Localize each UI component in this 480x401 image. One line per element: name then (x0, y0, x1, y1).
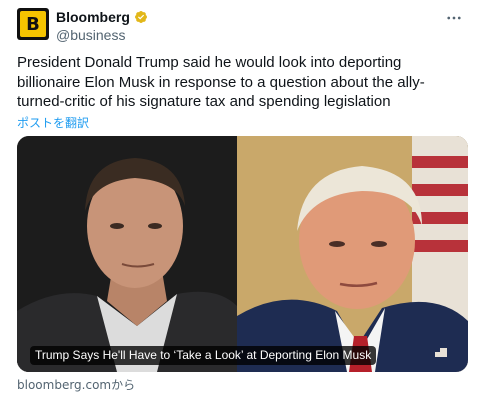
author-display-name[interactable]: Bloomberg (56, 9, 130, 25)
author-name-row: Bloomberg (56, 9, 148, 25)
tweet: B Bloomberg @business President Donald T… (0, 0, 480, 401)
link-card[interactable]: Trump Says He'll Have to ‘Take a Look’ a… (17, 136, 468, 372)
avatar-logo: B (20, 11, 46, 37)
more-horizontal-icon (447, 16, 461, 20)
author-handle[interactable]: @business (56, 27, 125, 43)
more-options-button[interactable] (442, 6, 466, 30)
verified-badge-icon (134, 11, 147, 23)
translate-post-link[interactable]: ポストを翻訳 (17, 114, 89, 131)
tweet-text: President Donald Trump said he would loo… (17, 54, 425, 110)
card-image (17, 136, 468, 372)
card-caption: Trump Says He'll Have to ‘Take a Look’ a… (30, 346, 377, 365)
right-eye (148, 223, 162, 229)
avatar[interactable]: B (17, 8, 49, 40)
card-source-domain[interactable]: bloomberg.comから (17, 376, 135, 393)
left-eye (110, 223, 124, 229)
